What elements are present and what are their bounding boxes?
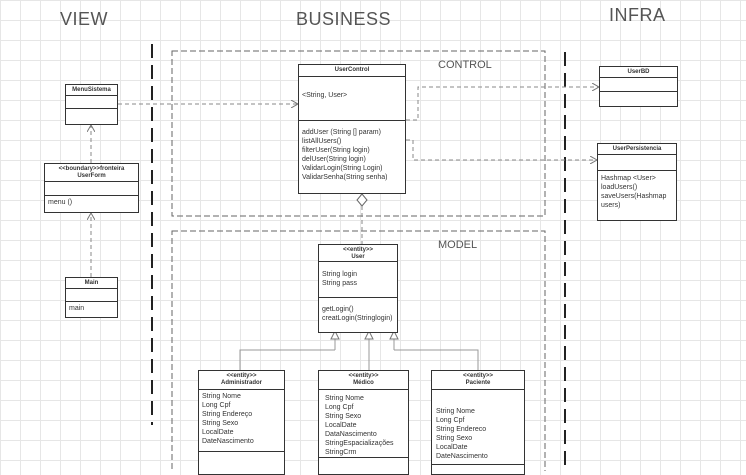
class-stereotype: <<entity>> [342,247,374,253]
attributes-section: String login String pass [319,262,397,298]
method-item: ValidarSenha(String senha) [302,174,388,181]
methods-section [432,465,524,471]
attribute-item: StringCrm [325,449,357,456]
method-item: main [69,305,85,312]
attribute-item: LocalDate [202,429,234,436]
attribute-item: LocalDate [436,444,468,451]
control-package-label: CONTROL [438,59,492,71]
class-stereotype: <<boundary>>fronteira [58,166,125,172]
attribute-item: String Sexo [202,420,239,427]
class-header: <<entity>> User [319,245,397,262]
method-item: addUser (String [] param) [302,129,381,136]
methods-section: main [66,302,117,316]
attribute-item: Long Cpf [325,404,354,411]
class-usercontrol[interactable]: UserControl <String, User> addUser (Stri… [298,64,406,194]
attribute-item: String Sexo [436,435,473,442]
methods-section: addUser (String [] param) listAllUsers()… [299,121,405,185]
class-stereotype: <<entity>> [462,373,494,379]
usercontrol-to-userbd-connector [406,87,599,121]
attribute-item: String login [322,271,358,278]
class-name: Médico [353,380,374,386]
class-administrador[interactable]: <<entity>> Administrador String Nome Lon… [198,370,285,475]
method-item: saveUsers(Hashmap [601,193,667,200]
attributes-section: <String, User> [299,77,405,121]
methods-section [199,452,284,458]
class-medico[interactable]: <<entity>> Médico String Nome Long Cpf S… [318,370,409,475]
attribute-item: DataNascimento [325,431,377,438]
infra-heading: INFRA [609,5,666,25]
attribute-item: DateNascimento [436,453,488,460]
class-userform[interactable]: <<boundary>>fronteira UserForm menu () [44,163,139,213]
attribute-item: DateNascimento [202,438,254,445]
attribute-item: String Nome [325,395,364,402]
class-header: <<entity>> Médico [319,371,408,390]
method-item: loadUsers() [601,184,638,191]
attribute-item: Long Cpf [202,402,231,409]
generalization-paciente-branch [394,349,479,370]
attribute-item: String pass [322,280,358,287]
class-paciente[interactable]: <<entity>> Paciente String Nome Long Cpf… [431,370,525,475]
method-item: delUser(String login) [302,156,366,163]
class-header: <<boundary>>fronteira UserForm [45,164,138,182]
attribute-item: String Nome [202,393,241,400]
methods-section: Hashmap <User> loadUsers() saveUsers(Has… [598,171,676,213]
class-name: Paciente [465,380,491,386]
attribute-item: StringEspacializações [325,440,394,447]
methods-section [600,92,677,98]
class-name: UserControl [299,65,405,77]
class-stereotype: <<entity>> [226,373,257,379]
methods-section [66,109,117,115]
class-name: UserBD [600,67,677,78]
method-item: creatLogin(Stringlogin) [322,315,393,322]
business-heading: BUSINESS [296,9,392,29]
method-item: listAllUsers() [302,138,342,145]
class-name: UserForm [77,173,106,179]
methods-section: getLogin() creatLogin(Stringlogin) [319,298,397,326]
attribute-item: String Endereco [436,426,487,433]
generalization-admin-branch [239,349,335,370]
class-name: MenuSistema [66,85,117,96]
class-stereotype: <<entity>> [348,373,379,379]
method-item: menu () [48,199,73,206]
attribute-item: String Nome [436,408,475,415]
attributes-section [600,78,677,92]
aggregation-diamond-icon [356,193,368,207]
class-name: Main [66,278,117,289]
method-item: users) [601,202,621,209]
method-item: filterUser(String login) [302,147,370,154]
class-userpersistencia[interactable]: UserPersistencia Hashmap <User> loadUser… [597,143,677,221]
attributes-section [45,182,138,196]
attribute-item: String Endereço [202,411,253,418]
method-item: Hashmap <User> [601,175,656,182]
class-header: <<entity>> Administrador [199,371,284,390]
class-header: <<entity>> Paciente [432,371,524,390]
attribute-item: Long Cpf [436,417,465,424]
method-item: getLogin() [322,306,354,313]
class-main[interactable]: Main main [65,277,118,318]
view-heading: VIEW [60,9,109,29]
methods-section [319,458,408,464]
usercontrol-to-userpersistencia-connector [406,139,597,160]
attributes-section: String Nome Long Cpf String Endereço Str… [199,390,284,452]
attribute-item: <String, User> [302,92,348,99]
class-name: UserPersistencia [598,144,676,155]
class-userbd[interactable]: UserBD [599,66,678,107]
model-package-label: MODEL [438,239,478,251]
attribute-item: String Sexo [325,413,362,420]
class-user[interactable]: <<entity>> User String login String pass… [318,244,398,333]
methods-section: menu () [45,196,138,210]
class-menusistema[interactable]: MenuSistema [65,84,118,125]
attributes-section [598,155,676,171]
attributes-section [66,96,117,109]
attributes-section: String Nome Long Cpf String Endereco Str… [432,390,524,465]
class-name: Administrador [220,380,262,386]
attribute-item: LocalDate [325,422,357,429]
attributes-section [66,289,117,302]
class-name: User [351,254,365,260]
attributes-section: String Nome Long Cpf String Sexo LocalDa… [319,390,408,458]
method-item: ValidarLogin(String Login) [302,165,383,172]
